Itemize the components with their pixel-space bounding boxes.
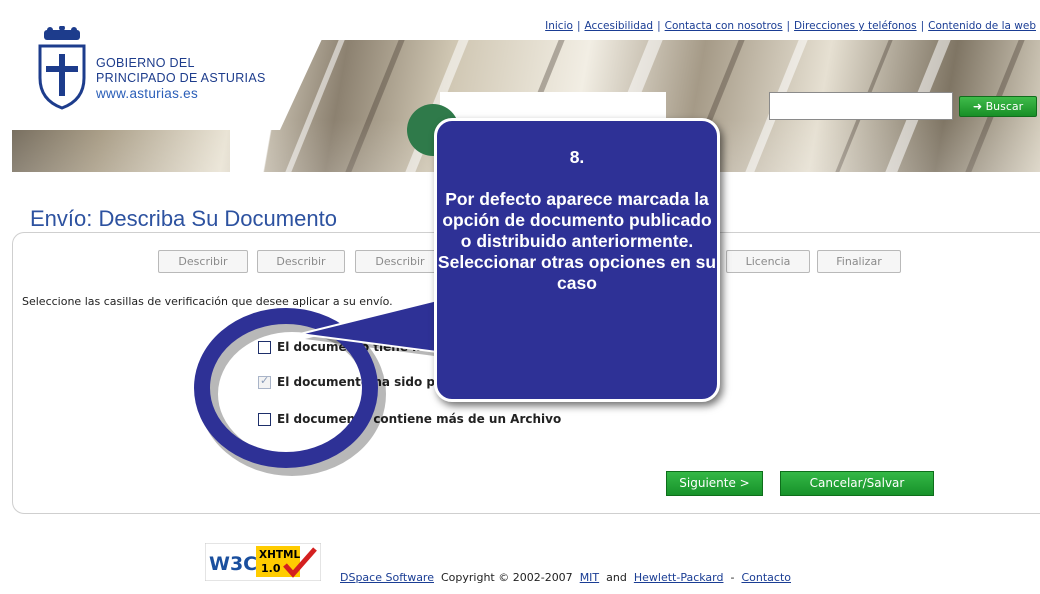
footer-dash: -: [730, 571, 735, 584]
w3c-xhtml-badge-icon[interactable]: W3C XHTML 1.0: [205, 543, 321, 581]
callout-text: Por defecto aparece marcada la opción de…: [437, 189, 717, 293]
instruction-text: Seleccione las casillas de verificación …: [22, 295, 393, 308]
step-button-licencia[interactable]: Licencia: [726, 250, 810, 273]
checkbox-multiple-files[interactable]: [258, 412, 271, 426]
logo-line-2: PRINCIPADO DE ASTURIAS: [96, 71, 266, 85]
search-input[interactable]: [769, 92, 953, 120]
cancel-save-button[interactable]: Cancelar/Salvar: [780, 471, 934, 496]
step-button-describir-2[interactable]: Describir: [257, 250, 345, 273]
logo-url[interactable]: www.asturias.es: [96, 86, 266, 101]
step-button-describir-3[interactable]: Describir: [355, 250, 445, 273]
search-button-label: Buscar: [985, 100, 1024, 113]
badge-w3c-text: W3C: [209, 553, 257, 575]
link-contacto[interactable]: Contacto: [741, 571, 791, 584]
next-button[interactable]: Siguiente >: [666, 471, 763, 496]
top-links: Inicio | Accesibilidad | Contacta con nosotr…: [545, 20, 1036, 32]
link-accesibilidad[interactable]: Accesibilidad: [584, 20, 653, 32]
option-label: El documento contiene más de un Archivo: [277, 412, 562, 426]
logo-text[interactable]: GOBIERNO DEL PRINCIPADO DE ASTURIAS www.…: [96, 56, 266, 101]
page-title: Envío: Describa Su Documento: [30, 206, 337, 231]
badge-version-text: 1.0: [261, 562, 281, 575]
asturias-crest-icon: [38, 26, 86, 110]
callout-number: 8.: [569, 147, 585, 167]
step-button-describir-1[interactable]: Describir: [158, 250, 248, 273]
link-hp[interactable]: Hewlett-Packard: [634, 571, 724, 584]
link-contacta[interactable]: Contacta con nosotros: [665, 20, 783, 32]
option-multiple-files[interactable]: El documento contiene más de un Archivo: [258, 412, 561, 426]
search-button[interactable]: ➜ Buscar: [959, 96, 1037, 117]
link-contenido[interactable]: Contenido de la web: [928, 20, 1036, 32]
link-direcciones[interactable]: Direcciones y teléfonos: [794, 20, 917, 32]
step-button-finalizar[interactable]: Finalizar: [817, 250, 901, 273]
annotation-callout: 8. Por defecto aparece marcada la opción…: [434, 118, 720, 402]
copyright-text: Copyright © 2002-2007: [440, 571, 573, 584]
footer: DSpace Software Copyright © 2002-2007 MI…: [340, 571, 791, 584]
link-mit[interactable]: MIT: [580, 571, 599, 584]
link-dspace[interactable]: DSpace Software: [340, 571, 434, 584]
checkbox-multiple-titles[interactable]: [258, 340, 271, 354]
logo-line-1: GOBIERNO DEL: [96, 56, 195, 70]
checkbox-published-before[interactable]: [258, 374, 271, 389]
link-inicio[interactable]: Inicio: [545, 20, 573, 32]
badge-xhtml-text: XHTML: [259, 549, 300, 561]
arrow-right-icon: ➜: [972, 100, 986, 113]
footer-and: and: [606, 571, 627, 584]
